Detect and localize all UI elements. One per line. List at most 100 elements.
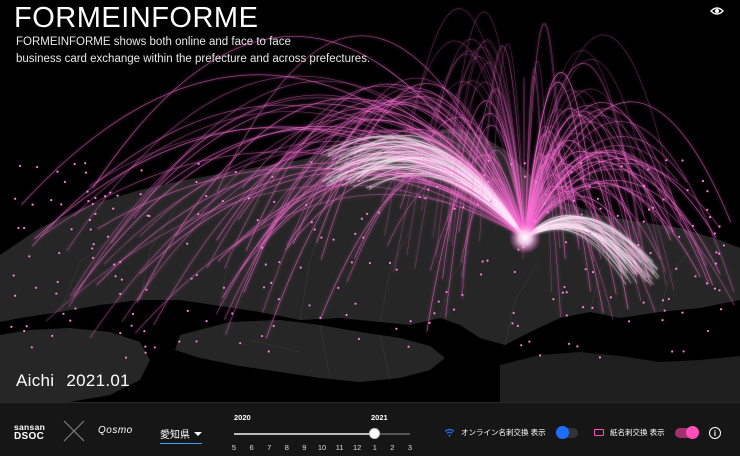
location-dot <box>278 261 281 264</box>
month-tick[interactable]: 7 <box>267 443 271 452</box>
info-icon[interactable]: i <box>709 427 721 439</box>
location-dot <box>588 231 592 235</box>
month-tick[interactable]: 1 <box>373 443 377 452</box>
location-dot <box>195 273 198 277</box>
location-dot <box>662 198 665 201</box>
location-dot <box>647 208 651 211</box>
app-description: FORMEINFORME shows both online and face … <box>16 34 416 68</box>
hub-glow <box>509 222 541 254</box>
location-dot <box>362 236 365 239</box>
location-dot <box>368 261 372 265</box>
location-dot <box>91 247 94 250</box>
location-dot <box>22 226 26 230</box>
location-dot <box>487 159 491 162</box>
location-dot <box>357 337 361 341</box>
location-dot <box>409 320 412 323</box>
location-dot <box>264 263 267 266</box>
location-dot <box>686 189 689 192</box>
month-tick[interactable]: 10 <box>318 443 326 452</box>
location-dot <box>270 281 273 285</box>
prefecture-select[interactable]: 愛知県 <box>160 426 202 444</box>
location-dot <box>678 235 681 238</box>
timeline-track[interactable] <box>234 433 410 435</box>
location-dot <box>92 243 95 246</box>
month-tick[interactable]: 8 <box>285 443 289 452</box>
location-dot <box>144 345 147 348</box>
location-dot <box>63 180 66 184</box>
location-dot <box>568 342 571 345</box>
eye-icon[interactable] <box>710 6 724 16</box>
location-dot <box>231 312 234 315</box>
location-dot <box>131 312 135 316</box>
location-dot <box>319 316 322 319</box>
location-dot <box>713 287 717 290</box>
timeline-knob[interactable] <box>369 428 381 439</box>
location-dot <box>620 165 623 168</box>
location-dot <box>140 169 143 172</box>
location-dot <box>643 184 646 187</box>
location-dot <box>222 286 226 289</box>
logo-dsoc-text: DSOC <box>14 431 45 442</box>
location-dot <box>51 334 54 338</box>
month-tick[interactable]: 6 <box>250 443 254 452</box>
location-dot <box>479 273 483 276</box>
location-dot <box>106 235 110 238</box>
location-dot <box>715 251 718 254</box>
location-dot <box>144 351 147 354</box>
location-dot <box>256 219 259 222</box>
location-dot <box>50 199 53 202</box>
location-dot <box>124 356 128 359</box>
location-dot <box>476 203 480 206</box>
location-dot <box>112 207 115 210</box>
current-region-label: Aichi 2021.01 <box>16 371 142 391</box>
location-dot <box>489 200 492 203</box>
month-tick[interactable]: 12 <box>353 443 361 452</box>
location-dot <box>665 159 668 162</box>
location-dot <box>94 212 97 216</box>
location-dot <box>706 208 709 211</box>
toggle-paper-exchange[interactable]: 紙名刺交換 表示 <box>594 425 699 439</box>
location-dot <box>719 308 723 311</box>
month-tick[interactable]: 9 <box>302 443 306 452</box>
location-dot <box>516 324 519 327</box>
location-dot <box>267 350 270 353</box>
location-dot <box>58 251 61 255</box>
toggle-online-switch[interactable] <box>555 425 578 439</box>
location-dot <box>320 236 323 239</box>
location-dot <box>60 203 63 206</box>
location-dot <box>661 299 665 302</box>
location-dot <box>69 319 72 322</box>
location-dot <box>120 278 123 281</box>
location-dot <box>565 291 568 294</box>
map-viewport[interactable]: FORMEINFORME FORMEINFORME shows both onl… <box>0 0 740 402</box>
location-dot <box>34 286 38 289</box>
month-tick[interactable]: 5 <box>232 443 236 452</box>
description-line-1: FORMEINFORME shows both online and face … <box>16 36 291 48</box>
month-tick[interactable]: 11 <box>336 443 344 452</box>
month-tick[interactable]: 3 <box>408 443 412 452</box>
year-label-2021: 2021 <box>371 413 388 422</box>
location-dot <box>609 296 613 299</box>
location-dot <box>533 220 537 223</box>
location-dot <box>538 354 542 357</box>
location-dot <box>70 228 73 231</box>
location-dot <box>239 342 242 345</box>
location-dot <box>56 170 59 173</box>
region-name: Aichi <box>16 371 55 390</box>
location-dot <box>299 266 302 269</box>
location-dot <box>74 307 77 310</box>
location-dot <box>718 289 721 292</box>
toggle-paper-switch[interactable] <box>674 425 699 439</box>
location-dot <box>563 285 566 289</box>
location-dot <box>427 188 430 191</box>
month-tick[interactable]: 2 <box>390 443 394 452</box>
location-dot <box>332 238 335 241</box>
toggle-online-exchange[interactable]: オンライン名刺交換 表示 <box>444 425 578 439</box>
app-title: FORMEINFORME <box>14 2 259 34</box>
location-dot <box>234 170 237 174</box>
location-dot <box>642 301 645 304</box>
location-dot <box>23 329 26 333</box>
timeline-slider[interactable]: 2020 2021 5 6 7 8 9 10 11 12 1 2 3 <box>228 409 418 453</box>
timeline-track-fill <box>234 433 375 435</box>
location-dot <box>10 325 13 328</box>
